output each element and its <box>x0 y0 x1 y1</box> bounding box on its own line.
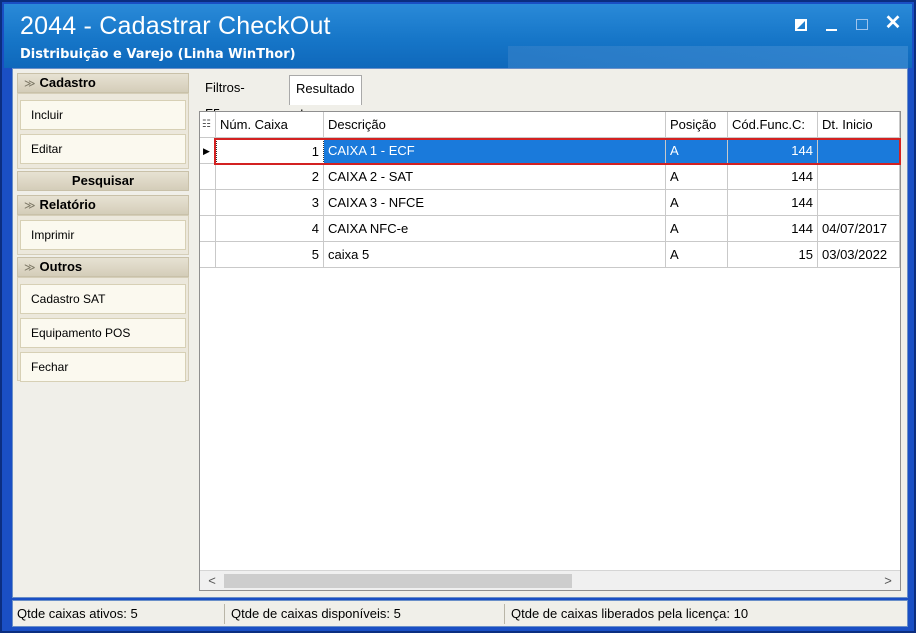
tab-resultado[interactable]: Resultado da Pesquisa-F6 <box>289 75 362 174</box>
cadastro-panel: Incluir Editar <box>17 93 189 169</box>
chevron-up-icon: ≫ <box>24 200 36 212</box>
cell-cod-func[interactable]: 144 <box>728 190 818 216</box>
sidebar: ≫ Cadastro Incluir Editar Pesquisar ≫ Rela… <box>17 73 189 595</box>
scroll-right-icon[interactable]: > <box>878 571 898 591</box>
cell-posicao[interactable]: A <box>666 138 728 164</box>
cell-posicao[interactable]: A <box>666 216 728 242</box>
cell-posicao[interactable]: A <box>666 164 728 190</box>
cadastro-header-label: Cadastro <box>39 75 96 90</box>
status-ativos-value: 5 <box>130 606 138 621</box>
status-disponiveis: Qtde de caixas disponíveis: 5 <box>227 604 505 624</box>
cell-num-caixa[interactable]: 1 <box>216 138 324 164</box>
status-bar: Qtde caixas ativos: 5 Qtde de caixas dis… <box>12 600 908 627</box>
cell-dt-inicio[interactable]: 04/07/2017 <box>818 216 900 242</box>
editar-button[interactable]: Editar <box>20 134 186 164</box>
incluir-button[interactable]: Incluir <box>20 100 186 130</box>
cell-num-caixa[interactable]: 4 <box>216 216 324 242</box>
scrollbar-thumb[interactable] <box>224 574 572 588</box>
minimize-icon[interactable] <box>822 14 844 36</box>
title-bar: 2044 - Cadastrar CheckOut Distribuição e… <box>4 4 912 68</box>
cell-cod-func[interactable]: 144 <box>728 164 818 190</box>
status-licenca-label: Qtde de caixas liberados pela licença: <box>511 606 730 621</box>
window-subtitle: Distribuição e Varejo (Linha WinThor) <box>20 47 296 62</box>
column-chooser-icon[interactable]: ☷ <box>200 112 216 138</box>
cell-dt-inicio[interactable] <box>818 164 900 190</box>
cell-cod-func[interactable]: 144 <box>728 216 818 242</box>
column-header-descricao[interactable]: Descrição <box>324 112 666 138</box>
window-title: 2044 - Cadastrar CheckOut <box>20 12 331 40</box>
relatorio-header-label: Relatório <box>39 197 96 212</box>
status-licenca: Qtde de caixas liberados pela licença: 1… <box>507 604 907 624</box>
status-disponiveis-label: Qtde de caixas disponíveis: <box>231 606 390 621</box>
column-header-posicao[interactable]: Posição <box>666 112 728 138</box>
row-indicator <box>200 242 216 268</box>
table-row[interactable]: ▶ 1 CAIXA 1 - ECF A 144 <box>200 138 900 164</box>
cell-num-caixa[interactable]: 3 <box>216 190 324 216</box>
imprimir-button[interactable]: Imprimir <box>20 220 186 250</box>
cell-posicao[interactable]: A <box>666 190 728 216</box>
cell-dt-inicio[interactable]: 03/03/2022 <box>818 242 900 268</box>
outros-panel: Cadastro SAT Equipamento POS Fechar <box>17 277 189 382</box>
equipamento-pos-button[interactable]: Equipamento POS <box>20 318 186 348</box>
scroll-left-icon[interactable]: < <box>202 571 222 591</box>
horizontal-scrollbar[interactable]: < > <box>200 570 900 590</box>
cell-cod-func[interactable]: 144 <box>728 138 818 164</box>
status-disponiveis-value: 5 <box>393 606 401 621</box>
column-header-cod-func[interactable]: Cód.Func.C: <box>728 112 818 138</box>
relatorio-panel: Imprimir <box>17 215 189 255</box>
cell-descricao[interactable]: CAIXA 2 - SAT <box>324 164 666 190</box>
client-area: ≫ Cadastro Incluir Editar Pesquisar ≫ Rela… <box>12 68 908 598</box>
maximize-icon[interactable] <box>852 14 874 36</box>
fechar-button[interactable]: Fechar <box>20 352 186 382</box>
column-header-dt-inicio[interactable]: Dt. Inicio <box>818 112 900 138</box>
row-indicator-icon: ▶ <box>200 138 216 164</box>
cell-posicao[interactable]: A <box>666 242 728 268</box>
row-indicator <box>200 164 216 190</box>
outros-group-header[interactable]: ≫ Outros <box>17 257 189 277</box>
close-icon[interactable]: ✕ <box>882 12 904 34</box>
app-window: 2044 - Cadastrar CheckOut Distribuição e… <box>0 0 916 633</box>
title-decoration <box>508 46 908 68</box>
cell-descricao[interactable]: caixa 5 <box>324 242 666 268</box>
cell-descricao[interactable]: CAIXA NFC-e <box>324 216 666 242</box>
row-indicator <box>200 190 216 216</box>
chevron-up-icon: ≫ <box>24 262 36 274</box>
cadastro-group-header[interactable]: ≫ Cadastro <box>17 73 189 93</box>
column-header-num-caixa[interactable]: Núm. Caixa <box>216 112 324 138</box>
results-grid[interactable]: ☷ Núm. Caixa Descrição Posição Cód.Func.… <box>199 111 901 591</box>
table-row[interactable]: 4 CAIXA NFC-e A 144 04/07/2017 <box>200 216 900 242</box>
cell-descricao[interactable]: CAIXA 1 - ECF <box>324 138 666 164</box>
tab-filtros[interactable]: Filtros-F5 <box>199 75 251 121</box>
cadastro-sat-button[interactable]: Cadastro SAT <box>20 284 186 314</box>
pesquisar-button[interactable]: Pesquisar <box>17 171 189 191</box>
cell-dt-inicio[interactable] <box>818 138 900 164</box>
status-ativos: Qtde caixas ativos: 5 <box>13 604 225 624</box>
status-ativos-label: Qtde caixas ativos: <box>17 606 127 621</box>
grid-header: ☷ Núm. Caixa Descrição Posição Cód.Func.… <box>200 112 900 138</box>
cell-dt-inicio[interactable] <box>818 190 900 216</box>
cell-cod-func[interactable]: 15 <box>728 242 818 268</box>
cell-num-caixa[interactable]: 5 <box>216 242 324 268</box>
relatorio-group-header[interactable]: ≫ Relatório <box>17 195 189 215</box>
restore-icon[interactable] <box>790 14 812 36</box>
chevron-up-icon: ≫ <box>24 78 36 90</box>
status-licenca-value: 10 <box>733 606 749 621</box>
cell-num-caixa[interactable]: 2 <box>216 164 324 190</box>
row-indicator <box>200 216 216 242</box>
outros-header-label: Outros <box>39 259 83 274</box>
table-row[interactable]: 3 CAIXA 3 - NFCE A 144 <box>200 190 900 216</box>
cell-descricao[interactable]: CAIXA 3 - NFCE <box>324 190 666 216</box>
table-row[interactable]: 5 caixa 5 A 15 03/03/2022 <box>200 242 900 268</box>
table-row[interactable]: 2 CAIXA 2 - SAT A 144 <box>200 164 900 190</box>
